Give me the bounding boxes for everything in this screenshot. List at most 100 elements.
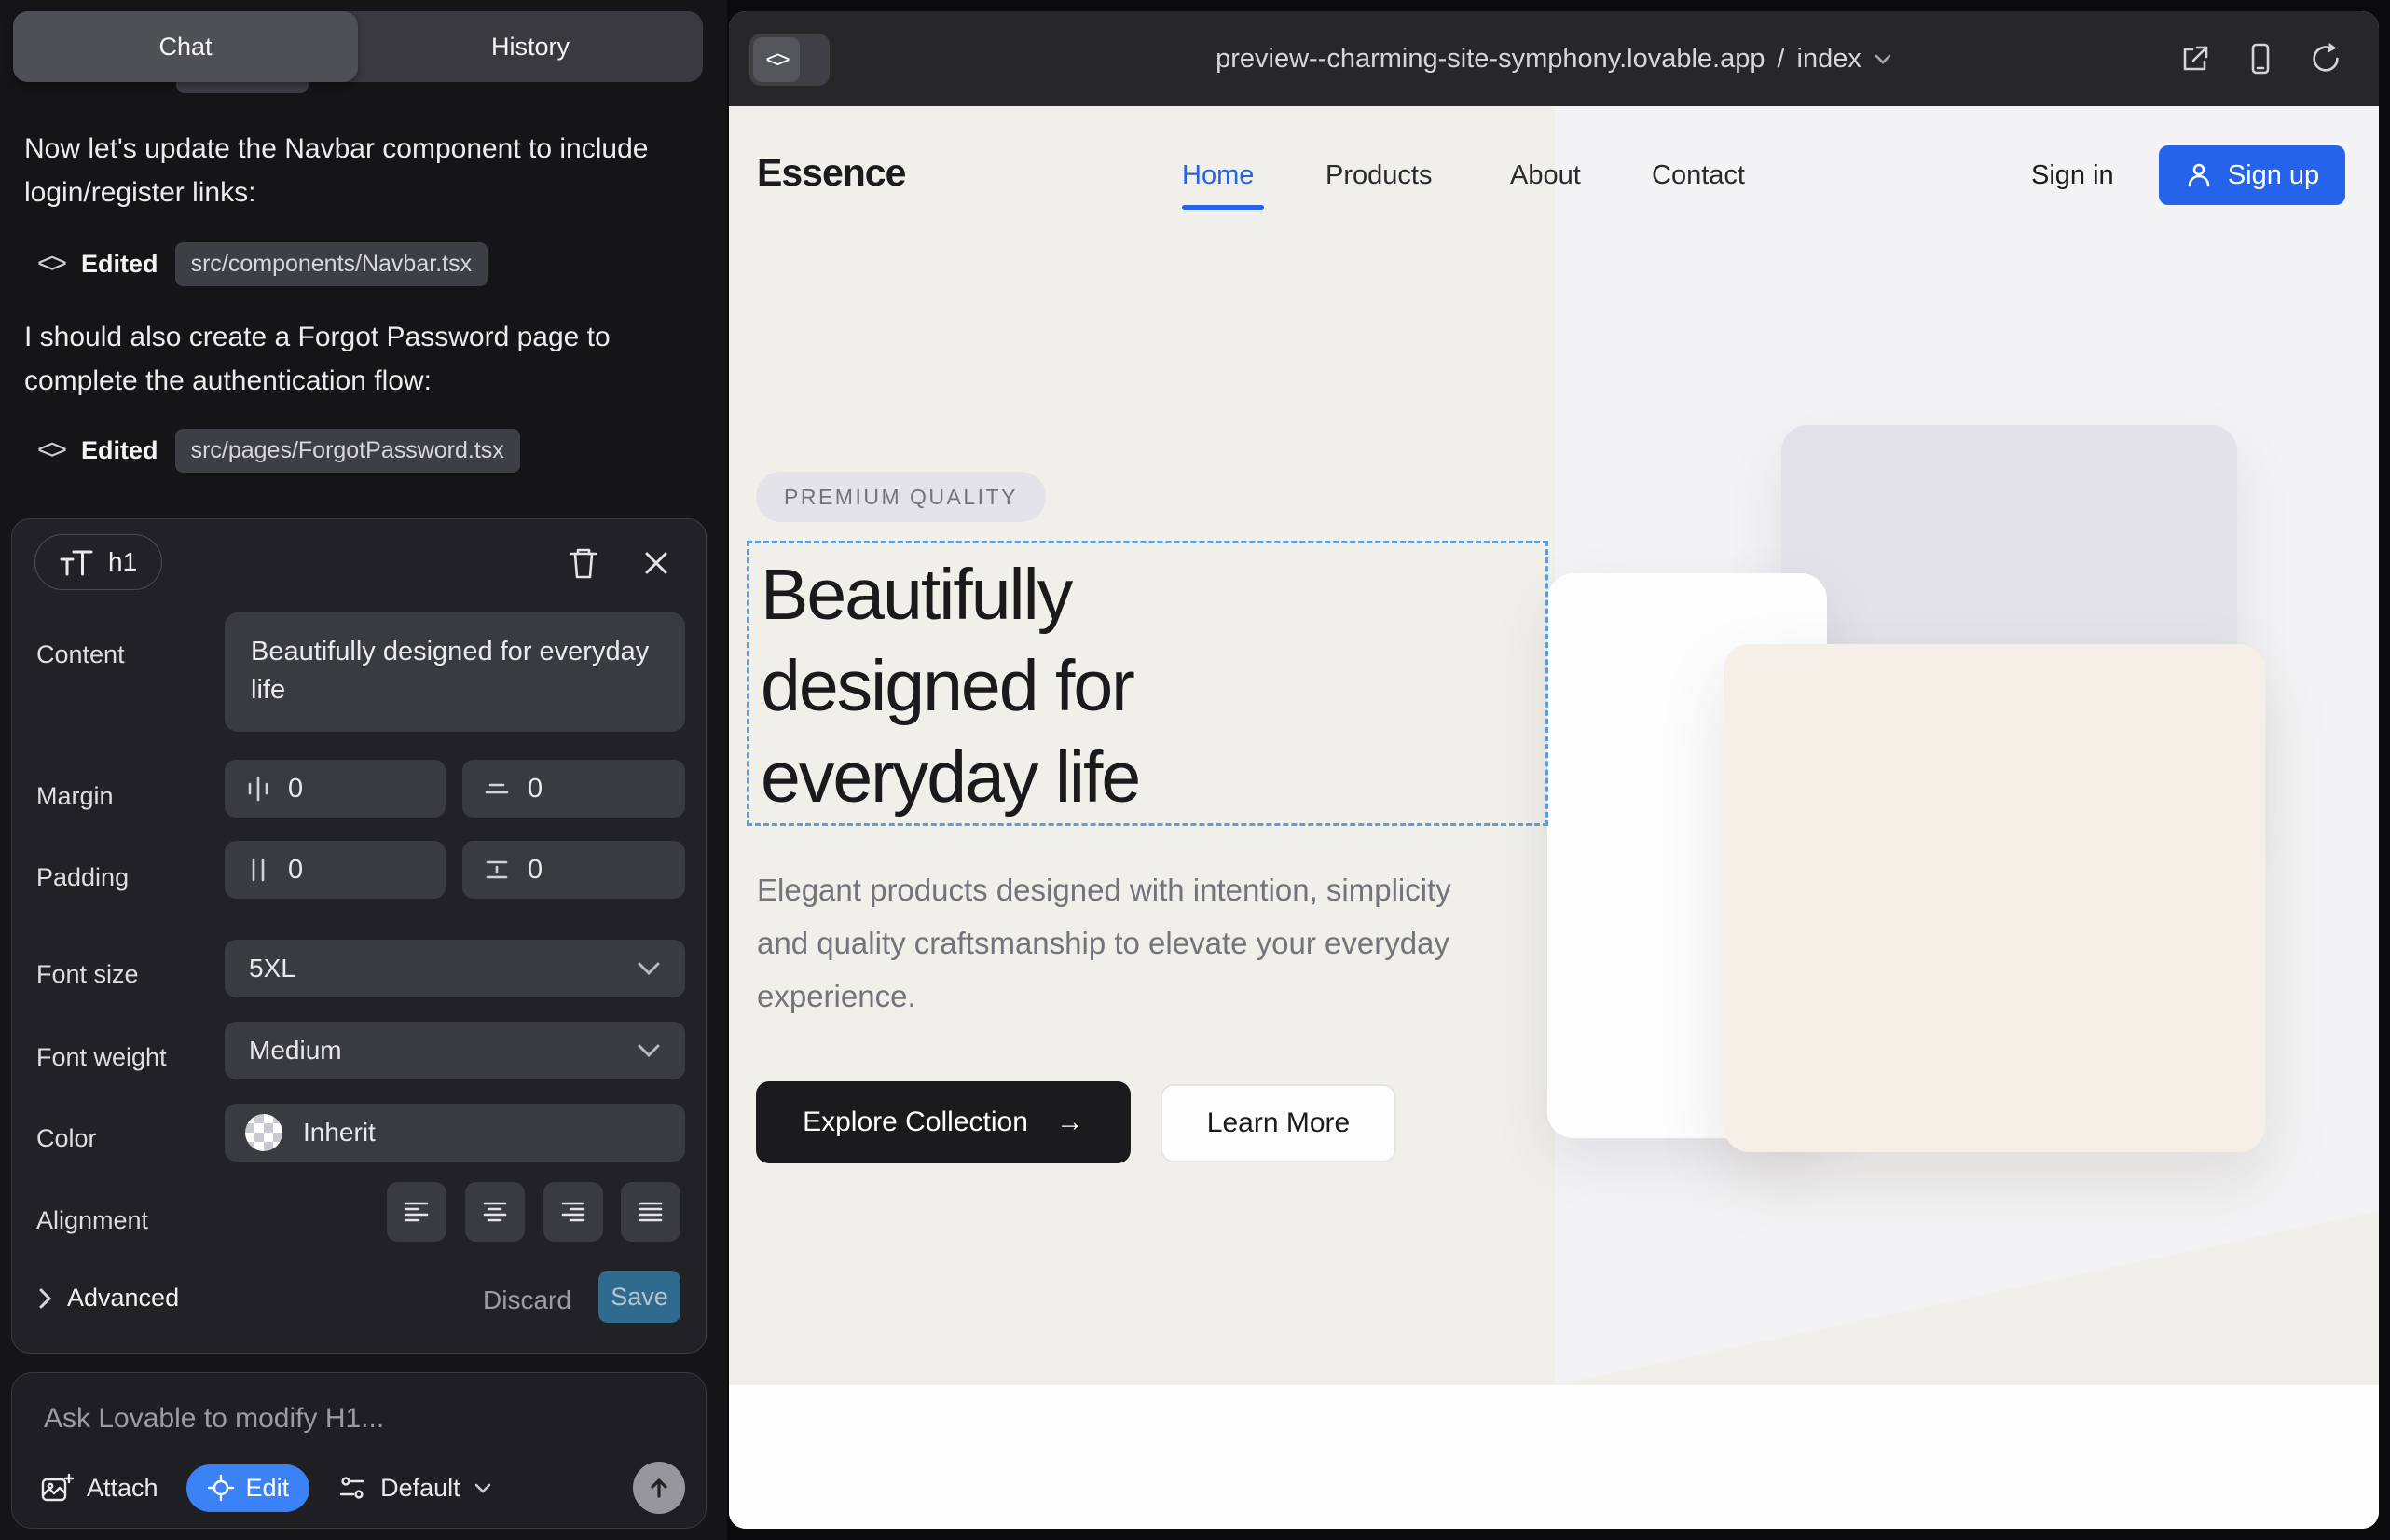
assistant-message: Now let's update the Navbar component to…	[24, 127, 690, 214]
selected-element-outline[interactable]: Beautifully designed for everyday life	[747, 541, 1548, 826]
learn-more-button[interactable]: Learn More	[1161, 1084, 1396, 1162]
type-icon	[60, 548, 93, 576]
margin-x-value: 0	[288, 774, 303, 804]
align-right-icon	[559, 1199, 587, 1225]
font-weight-value: Medium	[249, 1036, 342, 1066]
arrow-up-icon	[645, 1474, 673, 1502]
image-plus-icon	[40, 1472, 74, 1504]
margin-y-value: 0	[528, 774, 543, 804]
lovable-app: Chat History Now let's update the Navbar…	[0, 0, 2390, 1540]
delete-element-button[interactable]	[560, 540, 607, 586]
attach-button[interactable]: Attach	[40, 1472, 158, 1504]
hero-paragraph: Elegant products designed with intention…	[757, 863, 1465, 1023]
chevron-right-icon	[38, 1287, 52, 1310]
padding-x-input[interactable]: 0	[225, 841, 446, 899]
content-label: Content	[36, 640, 125, 669]
chat-composer[interactable]: Ask Lovable to modify H1... Attach Edit	[11, 1372, 707, 1529]
code-icon: <>	[37, 248, 64, 280]
advanced-toggle[interactable]: Advanced	[38, 1284, 179, 1313]
explore-collection-label: Explore Collection	[803, 1107, 1028, 1138]
edit-mode-button[interactable]: Edit	[186, 1464, 310, 1512]
font-size-label: Font size	[36, 960, 139, 989]
sign-in-link[interactable]: Sign in	[2031, 160, 2114, 191]
font-weight-label: Font weight	[36, 1043, 167, 1072]
file-chip[interactable]: src/components/Navbar.tsx	[175, 242, 488, 286]
preview-toolbar-actions	[2177, 11, 2343, 106]
margin-label: Margin	[36, 782, 114, 811]
next-section-band	[729, 1385, 2379, 1529]
align-right-button[interactable]	[543, 1182, 603, 1242]
learn-more-label: Learn More	[1207, 1107, 1350, 1139]
save-button[interactable]: Save	[598, 1271, 680, 1323]
close-editor-button[interactable]	[633, 540, 680, 586]
nav-home-underline	[1182, 205, 1264, 210]
color-swatch	[245, 1114, 282, 1151]
assistant-message: I should also create a Forgot Password p…	[24, 315, 690, 403]
font-weight-select[interactable]: Medium	[225, 1022, 685, 1079]
composer-input[interactable]: Ask Lovable to modify H1...	[44, 1403, 384, 1435]
attach-label: Attach	[87, 1474, 158, 1503]
color-value: Inherit	[303, 1118, 376, 1148]
edited-label: Edited	[81, 436, 158, 465]
content-textarea[interactable]: Beautifully designed for everyday life	[225, 612, 685, 732]
site-brand[interactable]: Essence	[757, 151, 905, 195]
margin-x-input[interactable]: 0	[225, 760, 446, 818]
edited-label: Edited	[81, 250, 158, 279]
chevron-down-icon	[1874, 53, 1892, 65]
chat-history-tabs: Chat History	[13, 11, 703, 82]
code-icon: <>	[37, 434, 64, 466]
align-justify-button[interactable]	[621, 1182, 680, 1242]
padding-x-value: 0	[288, 855, 303, 886]
nav-link-about[interactable]: About	[1510, 160, 1581, 191]
margin-y-input[interactable]: 0	[462, 760, 685, 818]
edited-file-row: <> Edited src/pages/ForgotPassword.tsx	[37, 425, 520, 475]
color-label: Color	[36, 1124, 97, 1153]
url-separator: /	[1777, 44, 1784, 75]
preview-window: <> preview--charming-site-symphony.lovab…	[729, 11, 2379, 1529]
tab-chat[interactable]: Chat	[13, 11, 358, 82]
file-chip[interactable]: src/pages/ForgotPassword.tsx	[175, 429, 520, 473]
chevron-down-icon	[637, 961, 661, 976]
align-center-button[interactable]	[465, 1182, 525, 1242]
composer-toolbar: Attach Edit Default	[40, 1459, 685, 1517]
discard-button[interactable]: Discard	[483, 1286, 571, 1315]
tab-history[interactable]: History	[358, 11, 703, 82]
edited-file-row: <> Edited src/components/Navbar.tsx	[37, 239, 488, 289]
send-button[interactable]	[633, 1462, 685, 1514]
user-icon	[2185, 161, 2213, 189]
refresh-icon[interactable]	[2308, 41, 2343, 76]
edit-mode-label: Edit	[246, 1474, 290, 1503]
font-size-value: 5XL	[249, 954, 295, 983]
align-left-button[interactable]	[387, 1182, 446, 1242]
explore-collection-button[interactable]: Explore Collection →	[756, 1081, 1131, 1163]
element-tag-name: h1	[108, 547, 137, 577]
preview-url[interactable]: preview--charming-site-symphony.lovable.…	[729, 11, 2379, 106]
padding-y-input[interactable]: 0	[462, 841, 685, 899]
element-tag-badge: h1	[34, 534, 162, 590]
arrow-right-icon: →	[1056, 1107, 1084, 1138]
align-center-icon	[481, 1199, 509, 1225]
element-editor-panel: h1 Content Beautifully designed for ever…	[11, 518, 707, 1354]
mobile-view-icon[interactable]	[2243, 41, 2278, 76]
nav-link-products[interactable]: Products	[1325, 160, 1432, 191]
scrolled-chip-peek	[176, 80, 309, 93]
hero-card-cream	[1724, 644, 2265, 1152]
nav-link-home[interactable]: Home	[1182, 160, 1254, 191]
nav-link-contact[interactable]: Contact	[1652, 160, 1745, 191]
model-default-label: Default	[380, 1474, 460, 1503]
alignment-label: Alignment	[36, 1206, 148, 1235]
open-external-icon[interactable]	[2177, 41, 2213, 76]
chevron-down-icon	[474, 1482, 492, 1494]
url-host: preview--charming-site-symphony.lovable.…	[1216, 44, 1765, 75]
sliders-icon	[337, 1474, 367, 1502]
target-icon	[207, 1474, 235, 1502]
preview-toolbar: <> preview--charming-site-symphony.lovab…	[729, 11, 2379, 106]
chat-sidebar: Chat History Now let's update the Navbar…	[0, 0, 727, 1540]
color-select[interactable]: Inherit	[225, 1104, 685, 1162]
hero-heading[interactable]: Beautifully designed for everyday life	[761, 549, 1339, 823]
sign-up-button[interactable]: Sign up	[2159, 145, 2345, 205]
align-left-icon	[403, 1199, 431, 1225]
url-page: index	[1797, 44, 1861, 75]
model-default-button[interactable]: Default	[337, 1474, 492, 1503]
font-size-select[interactable]: 5XL	[225, 940, 685, 997]
